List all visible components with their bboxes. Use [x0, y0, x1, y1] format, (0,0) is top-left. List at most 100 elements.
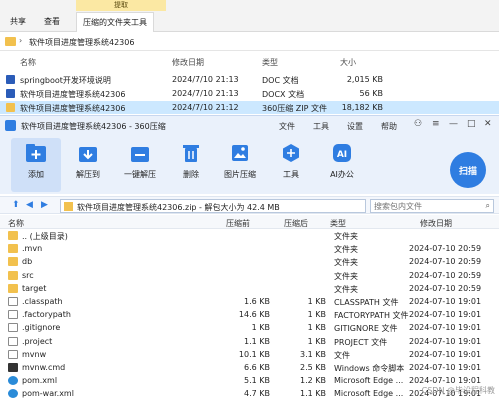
size-after: 2.5 KB — [300, 363, 326, 372]
col-before[interactable]: 压缩前 — [226, 218, 250, 229]
watermark: CSDN @毕设程科教 — [421, 386, 495, 395]
file-date: 2024/7/10 21:13 — [172, 75, 239, 84]
zip-row[interactable]: .gitignore 1 KB 1 KB GITIGNORE 文件 2024-07-10… — [0, 321, 499, 334]
chevron-right-icon[interactable]: › — [19, 36, 22, 45]
file-type: 360压缩 ZIP 文件 — [262, 104, 328, 113]
one-click-extract-label: 一键解压 — [124, 170, 156, 179]
forward-arrow-icon[interactable]: ▶ — [41, 200, 48, 210]
back-arrow-icon[interactable]: ◀ — [26, 200, 33, 210]
zip-row[interactable]: target 文件夹 2024-07-10 20:59 — [0, 282, 499, 295]
file-type: DOC 文档 — [262, 76, 299, 85]
zip-row[interactable]: .. (上级目录) 文件夹 — [0, 229, 499, 242]
zip-row[interactable]: .mvn 文件夹 2024-07-10 20:59 — [0, 242, 499, 255]
zip-row[interactable]: mvnw.cmd 6.6 KB 2.5 KB Windows 命令脚本 2024-07-… — [0, 361, 499, 374]
skin-icon[interactable]: ⚇ — [414, 119, 422, 129]
tab-share[interactable]: 共享 — [4, 12, 32, 31]
entry-type: GITIGNORE 文件 — [334, 324, 398, 334]
ai-office-label: AI办公 — [330, 170, 354, 179]
entry-type: CLASSPATH 文件 — [334, 298, 399, 307]
file-icon — [8, 310, 18, 320]
image-compress-icon — [228, 141, 252, 165]
one-click-extract-button[interactable]: 一键解压 — [115, 138, 165, 192]
size-after: 1.1 KB — [300, 389, 326, 398]
folder-icon — [8, 231, 18, 240]
path-field[interactable]: 软件项目进度管理系统42306.zip - 解包大小为 42.4 MB ▼ — [60, 199, 423, 213]
edge-icon — [8, 389, 18, 398]
one-click-extract-icon — [128, 141, 152, 165]
image-compress-button[interactable]: 图片压缩 — [215, 138, 265, 192]
entry-type: FACTORYPATH 文件 — [334, 311, 409, 321]
360zip-logo-icon — [5, 120, 16, 131]
window-title: 软件项目进度管理系统42306 - 360压缩 — [21, 122, 166, 131]
size-after: 1 KB — [307, 310, 326, 320]
tab-compressed-tools[interactable]: 压缩的文件夹工具 — [76, 12, 154, 32]
entry-name: mvnw.cmd — [22, 363, 66, 372]
extract-to-button[interactable]: 解压到 — [63, 138, 113, 192]
tools-icon — [279, 141, 303, 165]
main-menu-icon[interactable]: ≡ — [432, 119, 440, 129]
size-before: 6.6 KB — [244, 363, 270, 372]
search-icon[interactable]: ⌕ — [486, 201, 490, 211]
entry-date: 2024-07-10 19:01 — [409, 323, 482, 333]
entry-type: 文件夹 — [334, 258, 358, 268]
entry-type: 文件夹 — [334, 271, 358, 281]
tools-label: 工具 — [283, 170, 299, 179]
col-type[interactable]: 类型 — [330, 218, 346, 229]
folder-icon — [8, 244, 18, 254]
minimize-button[interactable]: — — [449, 119, 458, 129]
delete-button[interactable]: 删除 — [166, 138, 216, 192]
maximize-button[interactable]: □ — [467, 119, 476, 129]
ai-office-button[interactable]: AI AI办公 — [317, 138, 367, 192]
address-bar[interactable]: › 软件项目进度管理系统42306 — [0, 33, 499, 51]
file-date: 2024/7/10 21:13 — [172, 89, 239, 98]
tools-button[interactable]: 工具 — [266, 138, 316, 192]
entry-name: pom-war.xml — [22, 389, 74, 398]
size-before: 1.1 KB — [244, 336, 270, 346]
menu-settings[interactable]: 设置 — [347, 121, 363, 132]
explorer-ribbon: 提取 共享 查看 压缩的文件夹工具 — [0, 0, 499, 32]
extract-to-label: 解压到 — [76, 170, 100, 179]
zip-row[interactable]: mvnw 10.1 KB 3.1 KB 文件 2024-07-10 19:01 — [0, 348, 499, 361]
col-type[interactable]: 类型 — [262, 57, 278, 68]
tab-view[interactable]: 查看 — [38, 12, 66, 31]
file-row[interactable]: 软件项目进度管理系统42306 2024/7/10 21:13 DOCX 文档 … — [0, 87, 499, 100]
zip-row[interactable]: .project 1.1 KB 1 KB PROJECT 文件 2024-07-10 1… — [0, 335, 499, 348]
entry-name: target — [22, 283, 47, 293]
doc-file-icon — [6, 75, 15, 84]
zip-row[interactable]: .classpath 1.6 KB 1 KB CLASSPATH 文件 2024-07-… — [0, 295, 499, 308]
address-path[interactable]: 软件项目进度管理系统42306 — [29, 37, 134, 48]
zip-row[interactable]: db 文件夹 2024-07-10 20:59 — [0, 255, 499, 268]
menu-help[interactable]: 帮助 — [381, 121, 397, 132]
zip-file-icon — [64, 202, 73, 211]
file-list-header: 名称 修改日期 类型 大小 — [0, 53, 499, 69]
file-row-selected[interactable]: 软件项目进度管理系统42306 2024/7/10 21:12 360压缩 ZI… — [0, 101, 499, 114]
search-input[interactable] — [371, 200, 471, 212]
col-date[interactable]: 修改日期 — [420, 218, 452, 229]
entry-date: 2024-07-10 19:01 — [409, 336, 482, 346]
entry-name: .factorypath — [22, 310, 71, 320]
col-after[interactable]: 压缩后 — [284, 218, 308, 229]
zip-row[interactable]: src 文件夹 2024-07-10 20:59 — [0, 269, 499, 282]
entry-name: .mvn — [22, 244, 43, 254]
folder-icon — [5, 37, 16, 46]
col-modified[interactable]: 修改日期 — [172, 57, 204, 68]
scan-button[interactable]: 扫描 — [450, 152, 486, 188]
up-arrow-icon[interactable]: ⬆ — [12, 200, 20, 210]
ai-office-icon: AI — [330, 141, 354, 165]
add-label: 添加 — [28, 170, 44, 179]
entry-date: 2024-07-10 20:59 — [409, 244, 482, 254]
docx-file-icon — [6, 89, 15, 98]
entry-date: 2024-07-10 19:01 — [409, 349, 482, 359]
menu-tools[interactable]: 工具 — [313, 121, 329, 132]
col-name[interactable]: 名称 — [8, 218, 24, 229]
tab-extract[interactable]: 提取 — [76, 0, 166, 11]
col-size[interactable]: 大小 — [340, 57, 356, 68]
menu-file[interactable]: 文件 — [279, 121, 295, 132]
file-row[interactable]: springboot开发环境说明 2024/7/10 21:13 DOC 文档 … — [0, 73, 499, 86]
zip-row[interactable]: .factorypath 14.6 KB 1 KB FACTORYPATH 文件 202… — [0, 308, 499, 321]
col-name[interactable]: 名称 — [20, 57, 36, 68]
search-box[interactable]: ⌕ — [370, 199, 494, 213]
add-button[interactable]: 添加 — [11, 138, 61, 192]
close-button[interactable]: ✕ — [484, 119, 492, 129]
folder-icon — [8, 257, 18, 267]
